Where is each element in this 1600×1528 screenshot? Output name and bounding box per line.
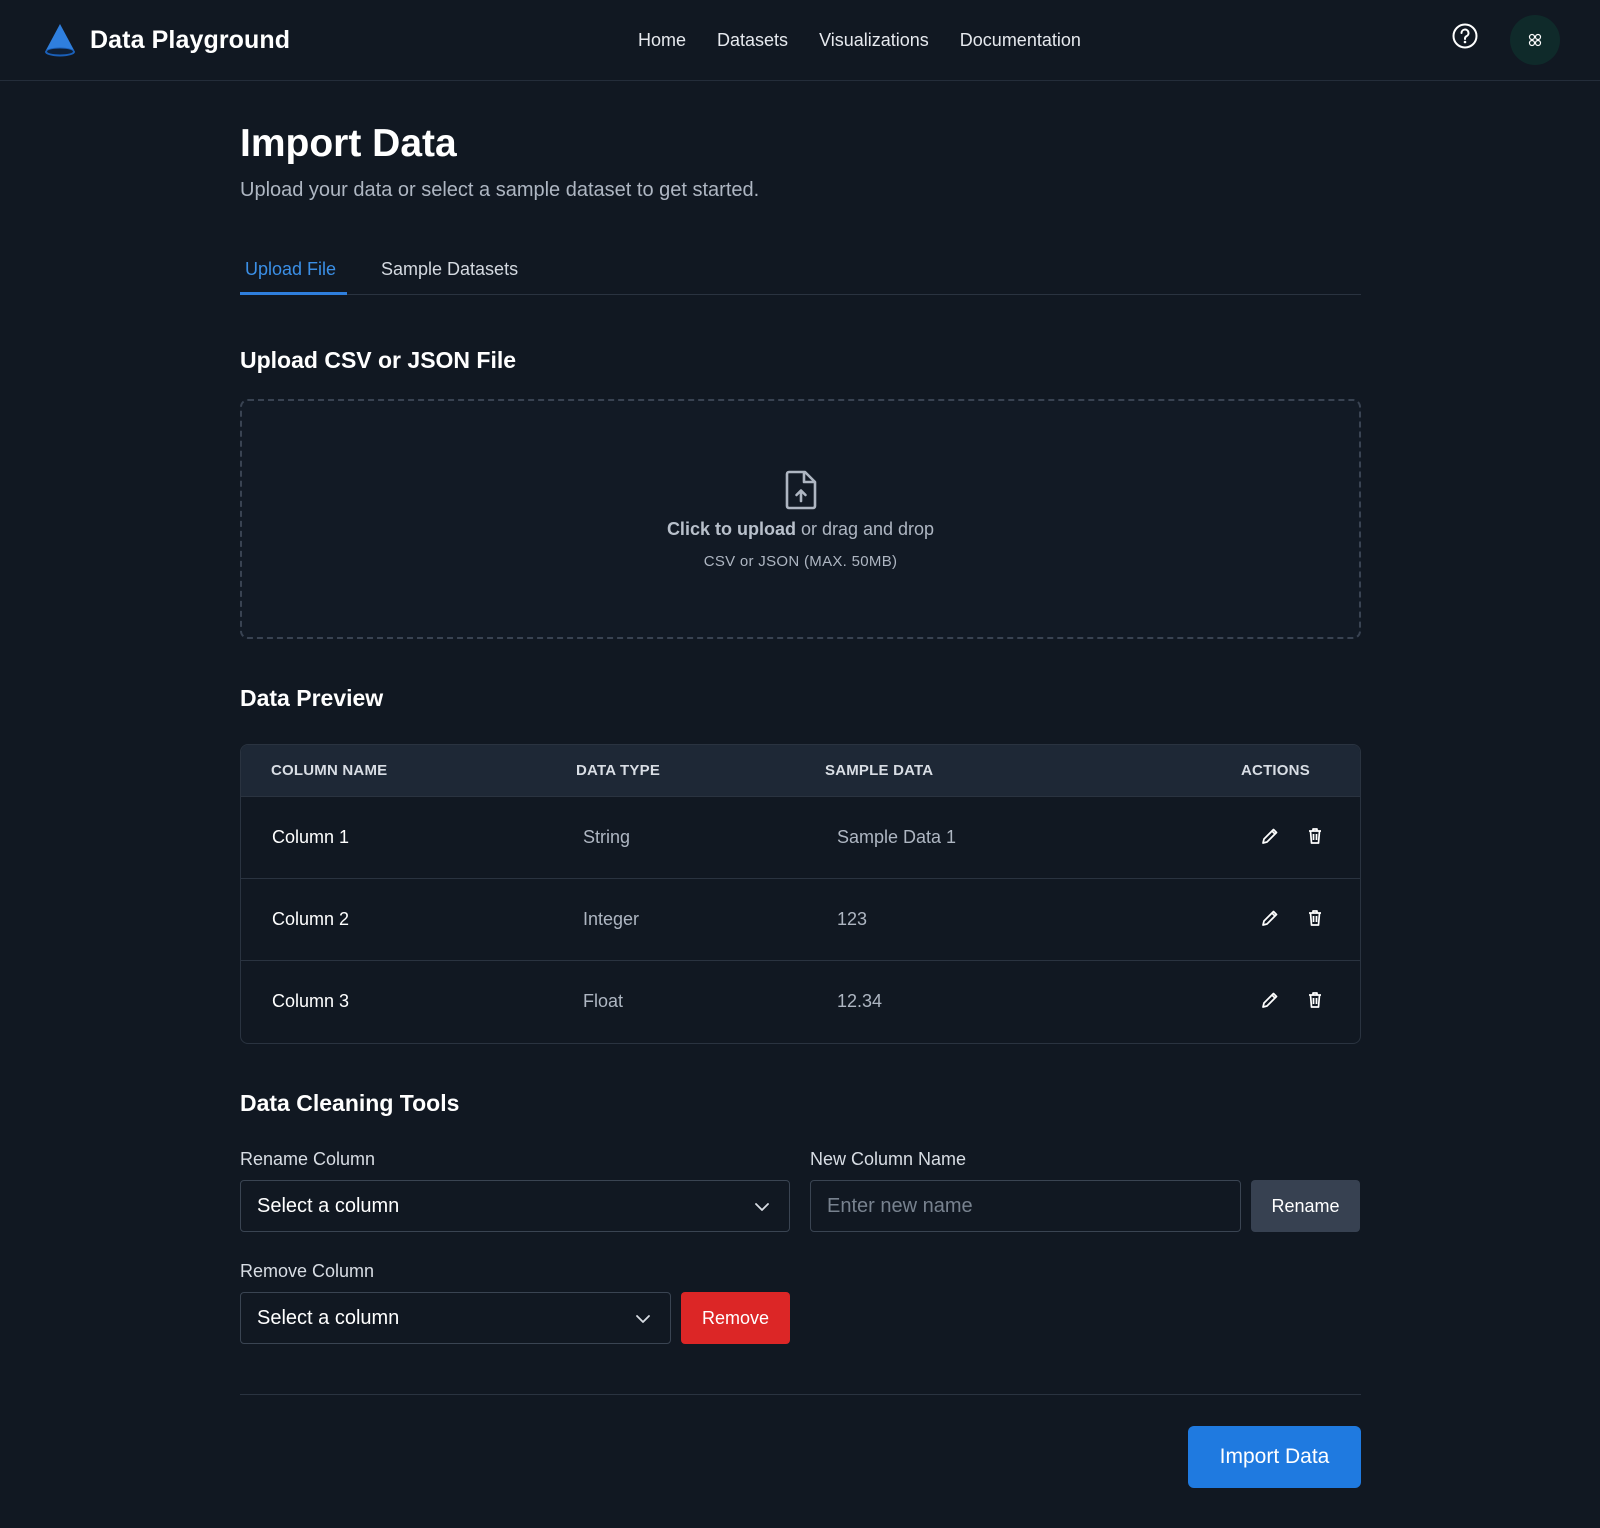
header-sample-data: SAMPLE DATA bbox=[825, 762, 934, 779]
cell-data-type: Float bbox=[583, 991, 624, 1011]
remove-column-select[interactable]: Select a column bbox=[240, 1292, 671, 1344]
help-circle-icon[interactable] bbox=[1452, 23, 1478, 49]
user-avatar[interactable] bbox=[1510, 15, 1560, 65]
tab-bar: Upload File Sample Datasets bbox=[240, 247, 1361, 295]
rename-column-select[interactable]: Select a column bbox=[240, 1180, 790, 1232]
cell-sample-data: 123 bbox=[837, 909, 868, 929]
cell-column-name: Column 1 bbox=[272, 827, 350, 847]
cleaning-section-title: Data Cleaning Tools bbox=[240, 1090, 460, 1116]
cell-sample-data: 12.34 bbox=[837, 991, 883, 1011]
pencil-icon[interactable] bbox=[1260, 908, 1280, 928]
cell-column-name: Column 3 bbox=[272, 991, 350, 1011]
nav-datasets[interactable]: Datasets bbox=[717, 28, 788, 52]
table-row: Column 2 Integer 123 bbox=[241, 878, 1360, 960]
remove-button[interactable]: Remove bbox=[681, 1292, 790, 1344]
brand-logo-icon bbox=[45, 24, 75, 57]
remove-select-value: Select a column bbox=[257, 1307, 400, 1329]
rename-button[interactable]: Rename bbox=[1251, 1180, 1360, 1232]
table-header: COLUMN NAME DATA TYPE SAMPLE DATA ACTION… bbox=[241, 745, 1360, 796]
click-to-upload-text[interactable]: Click to upload bbox=[667, 519, 796, 539]
nav-documentation[interactable]: Documentation bbox=[960, 28, 1081, 52]
drag-drop-text: or drag and drop bbox=[795, 519, 935, 539]
brand-title: Data Playground bbox=[90, 25, 291, 54]
preview-section-title: Data Preview bbox=[240, 685, 384, 711]
cell-data-type: String bbox=[583, 827, 631, 847]
dropzone-instructions: Click to upload or drag and drop bbox=[242, 519, 1359, 540]
header-actions: ACTIONS bbox=[1241, 762, 1310, 779]
pencil-icon[interactable] bbox=[1260, 990, 1280, 1010]
data-preview-table: COLUMN NAME DATA TYPE SAMPLE DATA ACTION… bbox=[240, 744, 1361, 1044]
table-row: Column 3 Float 12.34 bbox=[241, 960, 1360, 1042]
main-nav: Home Datasets Visualizations Documentati… bbox=[638, 28, 1112, 52]
active-tab-indicator bbox=[240, 292, 347, 295]
avatar-badge-icon bbox=[1528, 33, 1542, 47]
page-subtitle: Upload your data or select a sample data… bbox=[240, 179, 760, 201]
tab-upload-file[interactable]: Upload File bbox=[245, 259, 336, 280]
dropzone-hint: CSV or JSON (MAX. 50MB) bbox=[703, 553, 898, 570]
trash-icon[interactable] bbox=[1305, 990, 1325, 1010]
nav-visualizations[interactable]: Visualizations bbox=[819, 28, 929, 52]
file-dropzone[interactable]: Click to upload or drag and drop CSV or … bbox=[240, 399, 1361, 639]
chevron-down-icon bbox=[755, 1203, 769, 1211]
footer-divider bbox=[240, 1394, 1361, 1395]
trash-icon[interactable] bbox=[1305, 908, 1325, 928]
import-data-button[interactable]: Import Data bbox=[1188, 1426, 1361, 1488]
chevron-down-icon bbox=[636, 1315, 650, 1323]
page-title: Import Data bbox=[240, 122, 457, 165]
header-column-name: COLUMN NAME bbox=[271, 762, 388, 779]
brand[interactable]: Data Playground bbox=[42, 22, 290, 58]
table-row: Column 1 String Sample Data 1 bbox=[241, 796, 1360, 878]
rename-column-label: Rename Column bbox=[240, 1149, 376, 1169]
cell-column-name: Column 2 bbox=[272, 909, 350, 929]
pencil-icon[interactable] bbox=[1260, 826, 1280, 846]
nav-home[interactable]: Home bbox=[638, 28, 686, 52]
upload-section-title: Upload CSV or JSON File bbox=[240, 347, 517, 373]
cell-data-type: Integer bbox=[583, 909, 640, 929]
new-column-name-input[interactable] bbox=[810, 1180, 1241, 1232]
file-upload-icon bbox=[785, 470, 817, 510]
remove-column-label: Remove Column bbox=[240, 1261, 375, 1281]
cell-sample-data: Sample Data 1 bbox=[837, 827, 957, 847]
rename-select-value: Select a column bbox=[257, 1195, 400, 1217]
new-column-name-label: New Column Name bbox=[810, 1149, 967, 1169]
trash-icon[interactable] bbox=[1305, 826, 1325, 846]
tab-sample-datasets[interactable]: Sample Datasets bbox=[381, 259, 518, 280]
top-navbar: Data Playground Home Datasets Visualizat… bbox=[0, 0, 1600, 81]
header-data-type: DATA TYPE bbox=[576, 762, 661, 779]
